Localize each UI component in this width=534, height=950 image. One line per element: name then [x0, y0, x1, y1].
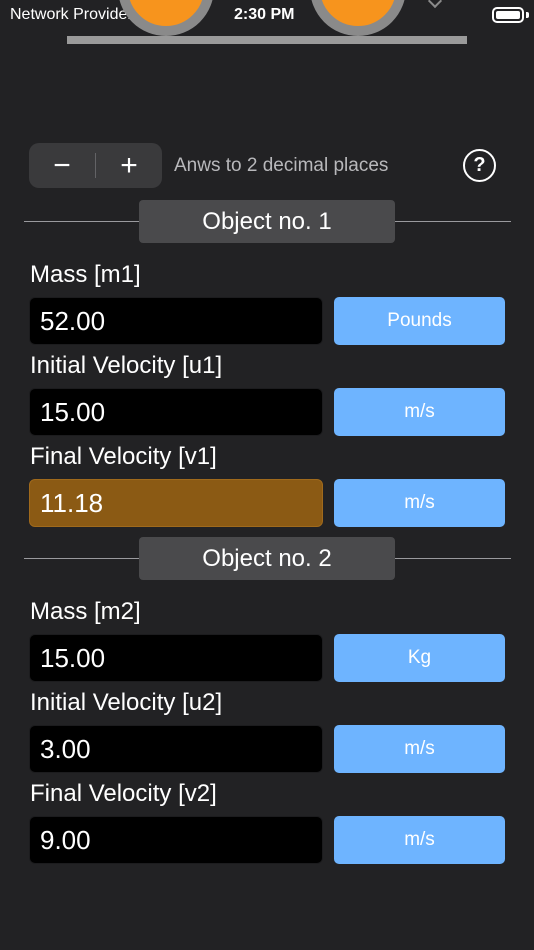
- collision-illustration: [0, 0, 534, 50]
- final-velocity-1-label: Final Velocity [v1]: [30, 443, 217, 470]
- decimal-places-stepper: − +: [29, 143, 162, 188]
- mass-2-unit-button[interactable]: Kg: [334, 634, 505, 682]
- mass-1-unit-button[interactable]: Pounds: [334, 297, 505, 345]
- initial-velocity-2-input[interactable]: [29, 725, 323, 773]
- final-velocity-1-unit-button[interactable]: m/s: [334, 479, 505, 527]
- object-1-header: Object no. 1: [139, 200, 395, 243]
- help-button[interactable]: ?: [463, 149, 496, 182]
- initial-velocity-2-label: Initial Velocity [u2]: [30, 689, 223, 716]
- initial-velocity-1-input[interactable]: [29, 388, 323, 436]
- final-velocity-2-label: Final Velocity [v2]: [30, 780, 217, 807]
- mass-1-label: Mass [m1]: [30, 261, 141, 288]
- initial-velocity-1-label: Initial Velocity [u1]: [30, 352, 223, 379]
- final-velocity-2-unit-button[interactable]: m/s: [334, 816, 505, 864]
- track-line: [67, 36, 467, 44]
- object-2-ball: [310, 0, 406, 36]
- object-2-header: Object no. 2: [139, 537, 395, 580]
- chevron-down-icon: [427, 0, 443, 9]
- decrement-decimals-button[interactable]: −: [29, 143, 95, 188]
- mass-2-label: Mass [m2]: [30, 598, 141, 625]
- mass-1-input[interactable]: [29, 297, 323, 345]
- question-mark-icon: ?: [473, 154, 486, 176]
- object-1-ball: [118, 0, 214, 36]
- increment-decimals-button[interactable]: +: [96, 143, 162, 188]
- initial-velocity-1-unit-button[interactable]: m/s: [334, 388, 505, 436]
- final-velocity-2-input[interactable]: [29, 816, 323, 864]
- final-velocity-1-result[interactable]: [29, 479, 323, 527]
- initial-velocity-2-unit-button[interactable]: m/s: [334, 725, 505, 773]
- mass-2-input[interactable]: [29, 634, 323, 682]
- precision-label: Anws to 2 decimal places: [174, 155, 389, 176]
